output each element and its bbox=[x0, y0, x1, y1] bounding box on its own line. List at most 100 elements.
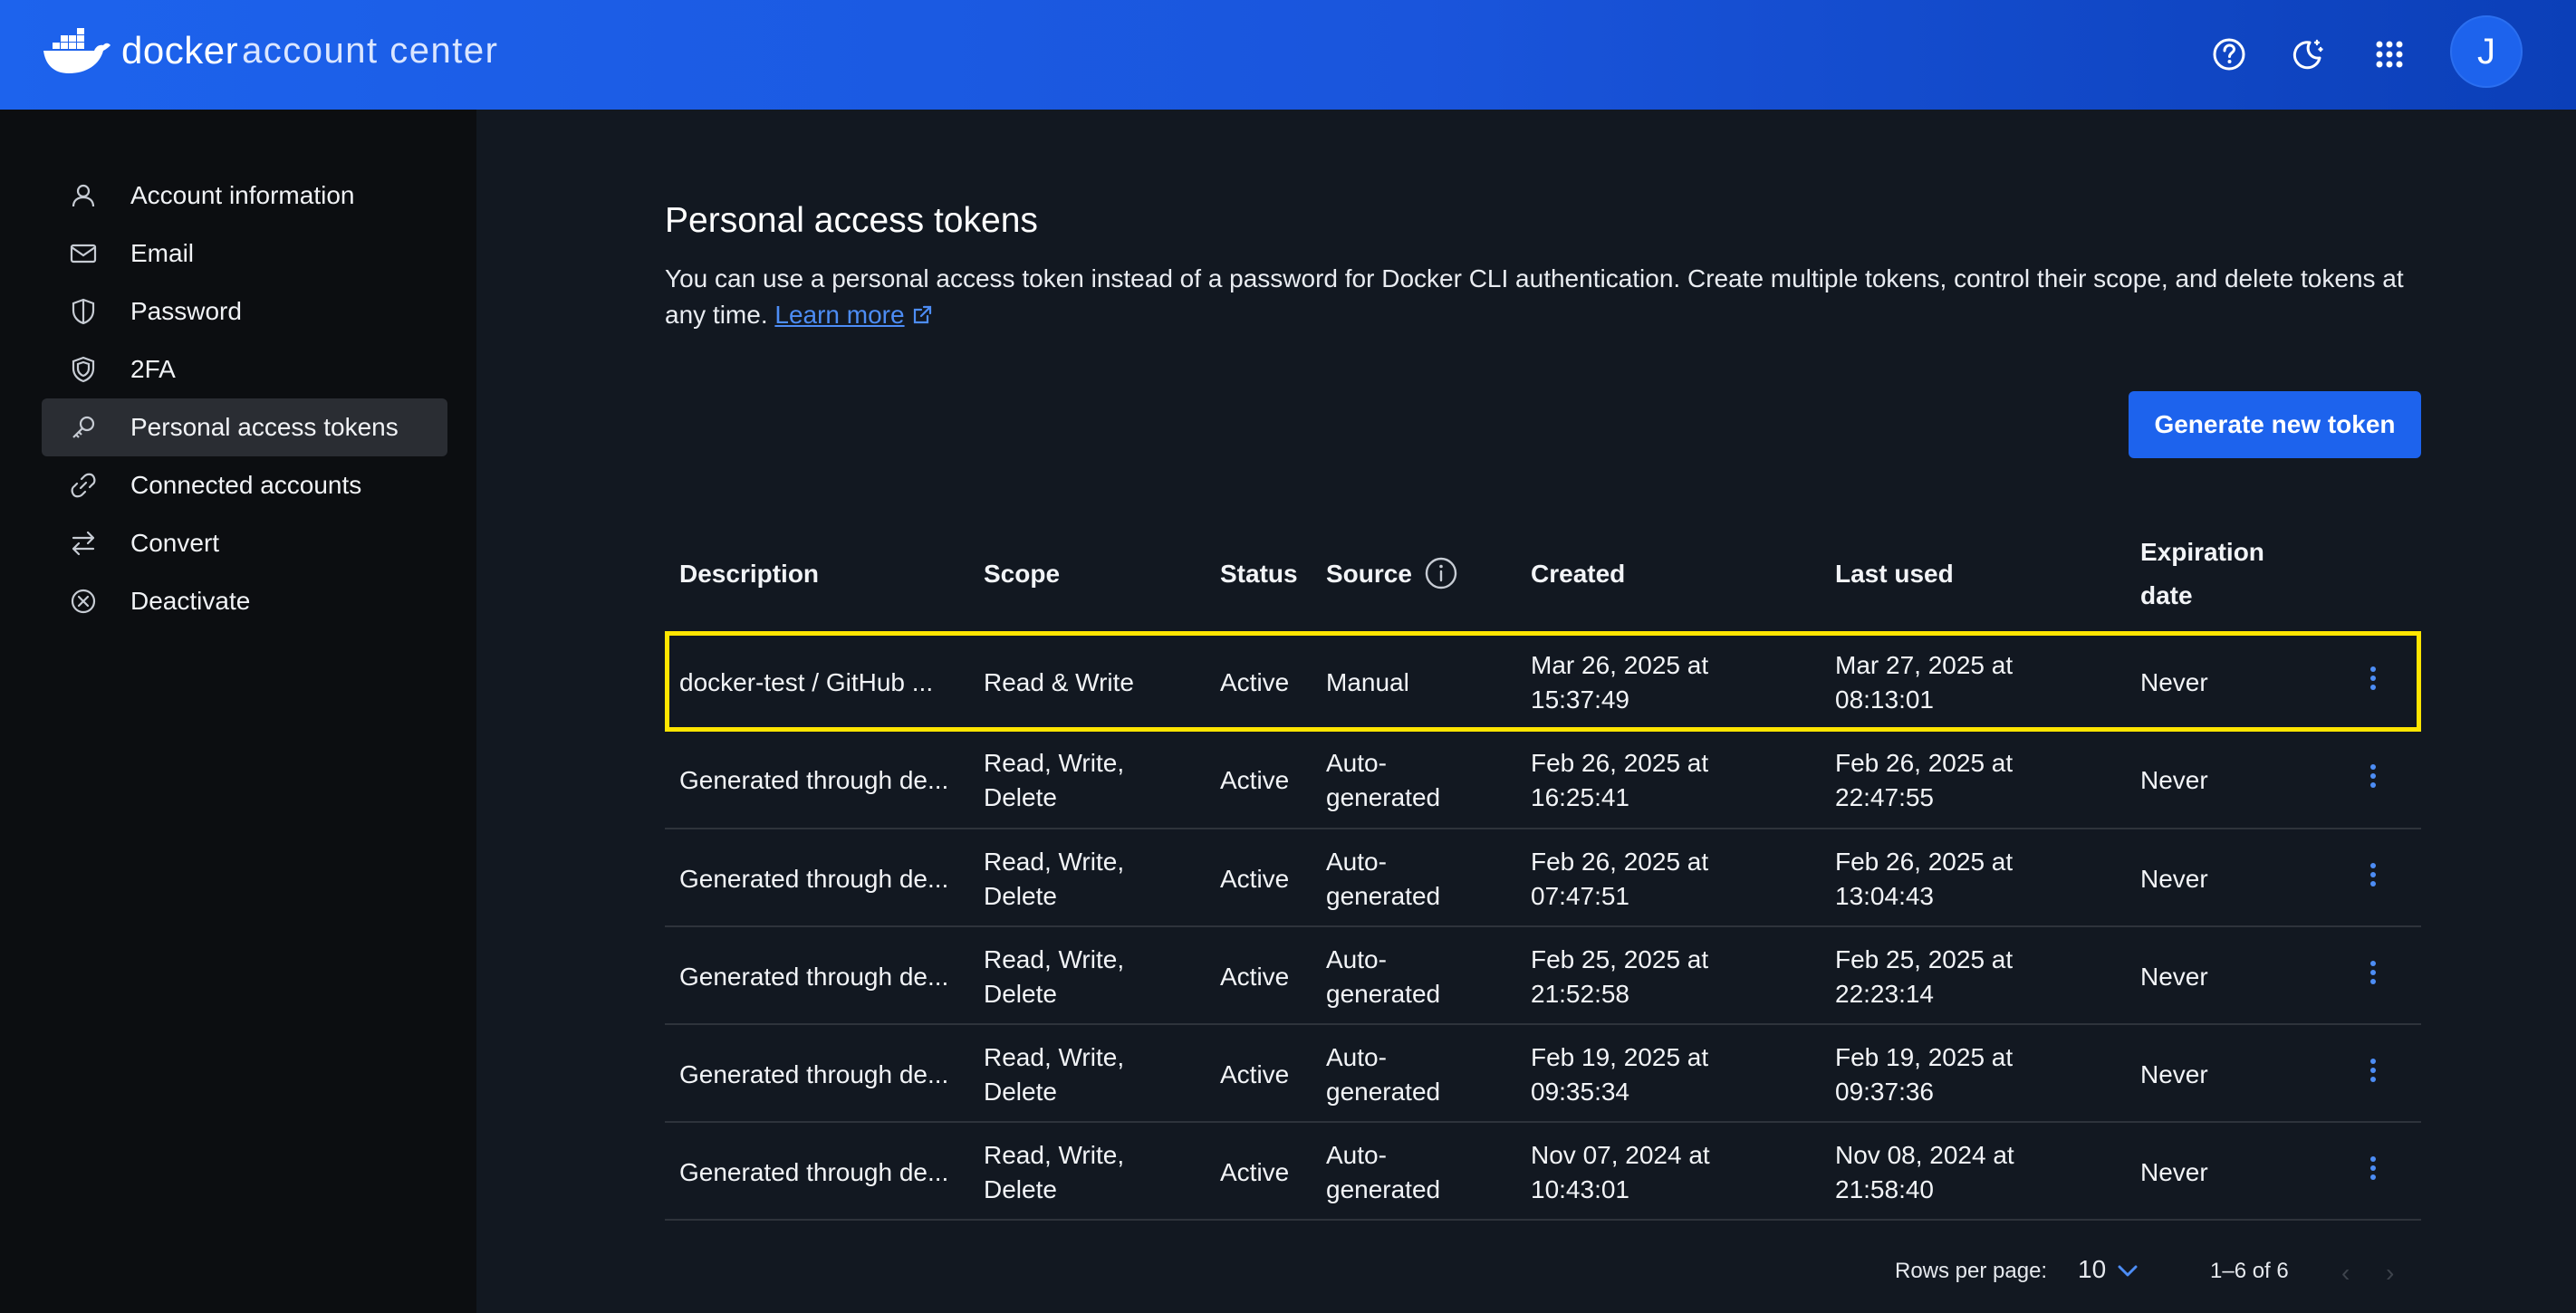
row-expiration: Never bbox=[2140, 668, 2208, 696]
column-header-last-used: Last used bbox=[1835, 560, 1954, 588]
row-last-used: Nov 08, 2024 at 21:58:40 bbox=[1835, 1141, 2014, 1203]
column-header-scope: Scope bbox=[984, 560, 1061, 588]
help-icon[interactable] bbox=[2206, 31, 2253, 78]
docker-logo[interactable]: docker account center bbox=[40, 22, 498, 80]
learn-more-link[interactable]: Learn more bbox=[774, 301, 904, 329]
sidebar-item-deactivate[interactable]: Deactivate bbox=[42, 572, 447, 630]
sidebar-item-connected-accounts[interactable]: Connected accounts bbox=[42, 456, 447, 514]
row-source: Auto-generated bbox=[1326, 945, 1441, 1008]
row-source: Auto-generated bbox=[1326, 848, 1441, 910]
row-expiration: Never bbox=[2140, 865, 2208, 893]
column-header-expiration-line2: date bbox=[2140, 581, 2193, 609]
row-expiration: Never bbox=[2140, 766, 2208, 794]
row-scope: Read, Write, Delete bbox=[984, 848, 1125, 910]
apps-grid-icon[interactable] bbox=[2366, 31, 2413, 78]
row-created: Feb 19, 2025 at 09:35:34 bbox=[1531, 1043, 1709, 1106]
row-scope: Read, Write, Delete bbox=[984, 1043, 1125, 1106]
row-more-options-icon[interactable] bbox=[2364, 957, 2382, 993]
row-description: Generated through de... bbox=[679, 766, 949, 794]
row-more-options-icon[interactable] bbox=[2364, 663, 2382, 699]
sidebar-item-label: Deactivate bbox=[130, 587, 251, 615]
row-status: Active bbox=[1220, 963, 1290, 991]
sidebar-item-convert[interactable]: Convert bbox=[42, 514, 447, 572]
row-scope: Read & Write bbox=[984, 668, 1134, 696]
row-scope: Read, Write, Delete bbox=[984, 1141, 1125, 1203]
column-header-source: Source bbox=[1326, 560, 1412, 588]
user-avatar[interactable]: J bbox=[2450, 15, 2523, 88]
row-source: Auto-generated bbox=[1326, 749, 1441, 811]
row-source: Auto-generated bbox=[1326, 1141, 1441, 1203]
row-last-used: Feb 26, 2025 at 22:47:55 bbox=[1835, 749, 2014, 811]
external-link-icon[interactable] bbox=[910, 303, 934, 327]
row-scope: Read, Write, Delete bbox=[984, 749, 1125, 811]
page-description: You can use a personal access token inst… bbox=[665, 261, 2404, 333]
row-last-used: Feb 19, 2025 at 09:37:36 bbox=[1835, 1043, 2014, 1106]
sidebar-item-personal-access-tokens[interactable]: Personal access tokens bbox=[42, 398, 447, 456]
row-source: Auto-generated bbox=[1326, 1043, 1441, 1106]
column-header-description: Description bbox=[679, 560, 820, 588]
docker-whale-icon bbox=[43, 28, 111, 73]
column-header-created: Created bbox=[1531, 560, 1626, 588]
brand-docker-text: docker bbox=[121, 29, 239, 72]
row-more-options-icon[interactable] bbox=[2364, 859, 2382, 896]
source-info-icon[interactable] bbox=[1424, 556, 1458, 590]
sidebar-item-label: Password bbox=[130, 297, 242, 325]
previous-page-button[interactable]: ‹ bbox=[2341, 1259, 2363, 1287]
top-header: docker account center J bbox=[0, 0, 2576, 110]
shield-icon bbox=[65, 293, 101, 330]
row-status: Active bbox=[1220, 865, 1290, 893]
sidebar-item-email[interactable]: Email bbox=[42, 225, 447, 283]
sidebar-item-2fa[interactable]: 2FA bbox=[42, 340, 447, 398]
row-last-used: Feb 25, 2025 at 22:23:14 bbox=[1835, 945, 2014, 1008]
chevron-down-icon[interactable] bbox=[2114, 1259, 2141, 1284]
row-last-used: Mar 27, 2025 at 08:13:01 bbox=[1835, 651, 2014, 714]
row-expiration: Never bbox=[2140, 1158, 2208, 1186]
column-header-status: Status bbox=[1220, 560, 1298, 588]
sidebar-item-label: Account information bbox=[130, 181, 355, 209]
row-last-used: Feb 26, 2025 at 13:04:43 bbox=[1835, 848, 2014, 910]
link-icon bbox=[65, 467, 101, 503]
row-description: Generated through de... bbox=[679, 1158, 949, 1186]
row-created: Feb 26, 2025 at 07:47:51 bbox=[1531, 848, 1709, 910]
row-expiration: Never bbox=[2140, 1060, 2208, 1088]
page-title: Personal access tokens bbox=[665, 201, 1038, 240]
row-more-options-icon[interactable] bbox=[2364, 1153, 2382, 1189]
row-description: Generated through de... bbox=[679, 1060, 949, 1088]
pagination-range: 1–6 of 6 bbox=[2210, 1259, 2289, 1283]
next-page-button[interactable]: › bbox=[2386, 1259, 2408, 1287]
row-expiration: Never bbox=[2140, 963, 2208, 991]
sidebar-item-account-information[interactable]: Account information bbox=[42, 167, 447, 225]
generate-new-token-button[interactable]: Generate new token bbox=[2129, 391, 2421, 458]
sidebar-item-label: 2FA bbox=[130, 355, 176, 383]
sidebar-item-label: Convert bbox=[130, 529, 220, 557]
row-more-options-icon[interactable] bbox=[2364, 1055, 2382, 1091]
sidebar-item-label: Personal access tokens bbox=[130, 413, 399, 441]
row-description: Generated through de... bbox=[679, 865, 949, 893]
row-status: Active bbox=[1220, 766, 1290, 794]
row-status: Active bbox=[1220, 668, 1290, 696]
column-header-expiration-line1: Expiration bbox=[2140, 538, 2264, 566]
theme-toggle-icon[interactable] bbox=[2284, 31, 2331, 78]
row-status: Active bbox=[1220, 1060, 1290, 1088]
row-created: Feb 26, 2025 at 16:25:41 bbox=[1531, 749, 1709, 811]
row-created: Feb 25, 2025 at 21:52:58 bbox=[1531, 945, 1709, 1008]
row-scope: Read, Write, Delete bbox=[984, 945, 1125, 1008]
rows-per-page-label: Rows per page: bbox=[1895, 1259, 2048, 1283]
rows-per-page-select[interactable]: 10 bbox=[2078, 1255, 2106, 1284]
row-description: Generated through de... bbox=[679, 963, 949, 991]
row-status: Active bbox=[1220, 1158, 1290, 1186]
brand-account-center-text: account center bbox=[242, 30, 499, 71]
row-source: Manual bbox=[1326, 668, 1409, 696]
key-icon bbox=[65, 409, 101, 446]
mail-icon bbox=[65, 235, 101, 272]
row-description: docker-test / GitHub ... bbox=[679, 668, 934, 696]
row-created: Mar 26, 2025 at 15:37:49 bbox=[1531, 651, 1709, 714]
sidebar-item-label: Email bbox=[130, 239, 195, 267]
row-created: Nov 07, 2024 at 10:43:01 bbox=[1531, 1141, 1710, 1203]
user-icon bbox=[65, 177, 101, 214]
sidebar-item-label: Connected accounts bbox=[130, 471, 362, 499]
row-more-options-icon[interactable] bbox=[2364, 761, 2382, 797]
x-circle-icon bbox=[65, 583, 101, 619]
sidebar-item-password[interactable]: Password bbox=[42, 283, 447, 340]
shield-double-icon bbox=[65, 351, 101, 388]
